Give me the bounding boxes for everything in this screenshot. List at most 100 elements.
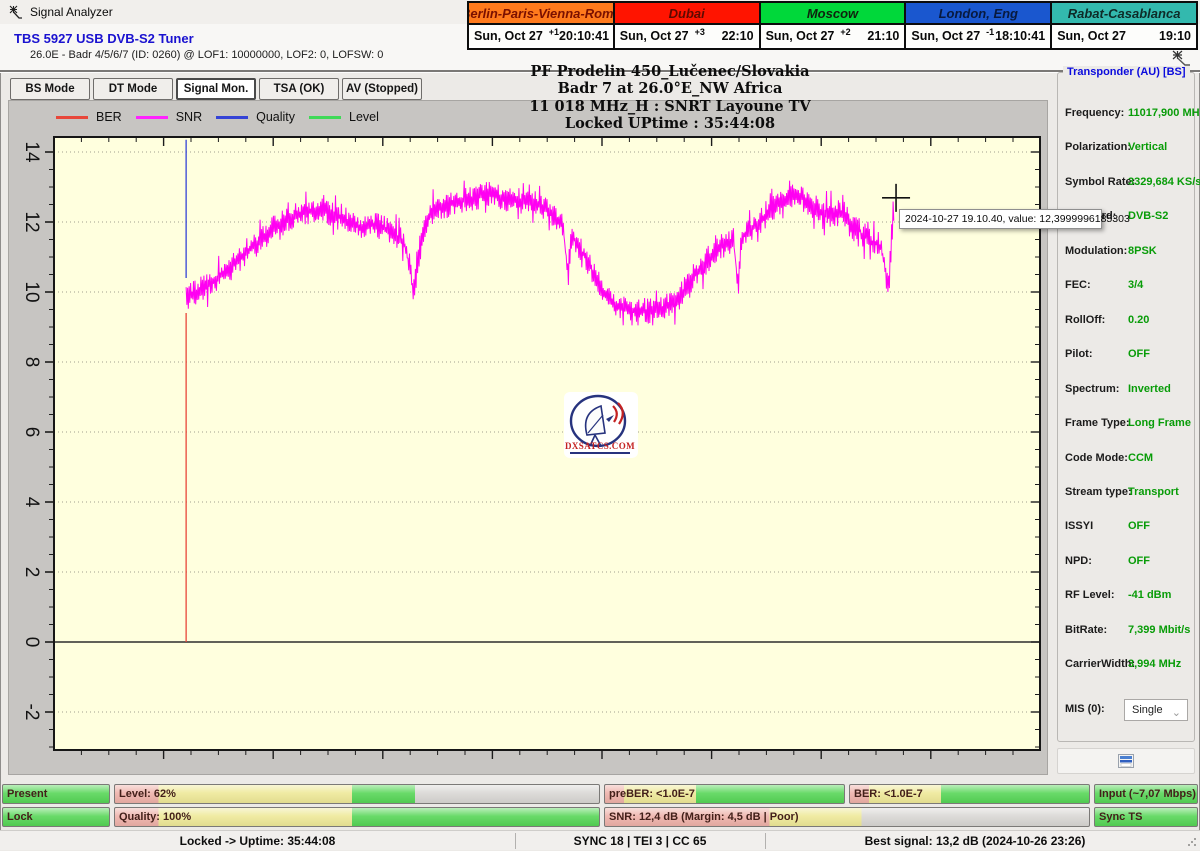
preber-label: preBER: <1.0E-7 [605,785,844,803]
resize-grip[interactable] [1186,836,1198,848]
transponder-field-row: Frame Type:Long Frame [1065,417,1193,431]
transponder-field-row: ISSYIOFF [1065,520,1193,534]
y-axis-tick-label: -2 [18,699,44,725]
field-label: Frame Type: [1065,417,1130,431]
quality-line-swatch [216,116,248,119]
field-value: OFF [1128,348,1150,360]
field-value: Transport [1128,486,1179,498]
transponder-group-title: Transponder (AU) [BS] [1063,66,1190,78]
field-value: Long Frame [1128,417,1191,429]
chart-legend: BER SNR Quality Level [56,108,379,126]
ber-label: BER: <1.0E-7 [850,785,1089,803]
clock-city-label: Rabat-Casablanca [1052,3,1196,25]
transponder-group-box [1057,72,1195,742]
clock-time: 18:10:41 [995,29,1045,43]
chart-title-line2: Badr 7 at 26.0°E_NW Africa [350,80,990,97]
field-value: 11017,900 MHz [1128,107,1200,119]
y-axis-tick-label: 2 [18,559,44,585]
y-axis-tick-label: 14 [18,139,44,165]
field-label: CarrierWidth: [1065,658,1135,672]
transponder-field-row: Polarization:Vertical [1065,141,1193,155]
field-label: NPD: [1065,555,1092,569]
clock-time: 20:10:41 [559,29,609,43]
input-indicator: Input (~7,07 Mbps) [1094,784,1198,804]
antenna-tray-icon[interactable] [1170,49,1192,67]
lock-label: Lock [3,808,109,826]
field-value: DVB-S2 [1128,210,1168,222]
field-value: 0.20 [1128,314,1149,326]
clock-city-label: Dubai [615,3,759,25]
tab-dt-mode[interactable]: DT Mode [93,78,173,100]
ber-line-swatch [56,116,88,119]
dxsatcs-logo-underline [570,452,630,454]
clock-time: 22:10 [722,29,754,43]
field-value: 3329,684 KS/s [1128,176,1200,188]
transponder-field-row: BitRate: 7,399 Mbit/s [1065,624,1193,638]
mis-select[interactable]: Single ⌄ [1124,699,1188,721]
field-value: 7,399 Mbit/s [1128,624,1190,636]
chevron-down-icon: ⌄ [1172,703,1181,723]
legend-item-snr: SNR [136,110,202,124]
field-value: OFF [1128,555,1150,567]
clock-time-row: Sun, Oct 27 -1 18:10:41 [906,25,1050,46]
tab-bs-mode[interactable]: BS Mode [10,78,90,100]
tab-tsa[interactable]: TSA (OK) [259,78,339,100]
transponder-field-row: Symbol Rate:3329,684 KS/s [1065,176,1193,190]
transponder-field-row: Stream type:Transport [1065,486,1193,500]
field-value: Inverted [1128,383,1171,395]
chart-title: PF Prodelin 450_Lučenec/Slovakia Badr 7 … [350,63,990,133]
clock-time: 19:10 [1159,29,1191,43]
snr-line-swatch [136,116,168,119]
clock-utc-offset: +2 [840,27,850,37]
input-label: Input (~7,07 Mbps) [1095,785,1197,803]
clock-time-row: Sun, Oct 27 +1 20:10:41 [469,25,613,46]
clock-date: Sun, Oct 27 [474,29,543,43]
field-label: Stream type: [1065,486,1132,500]
field-value: Vertical [1128,141,1167,153]
transponder-field-row: FEC:3/4 [1065,279,1193,293]
field-value: OFF [1128,520,1150,532]
signal-analyzer-app-icon [8,4,24,20]
transponder-field-row: Code Mode:CCM [1065,452,1193,466]
clock-utc-offset: +1 [549,27,559,37]
chart-title-line3: 11 018 MHz_H : SNRT Layoune TV [350,98,990,115]
present-label: Present [3,785,109,803]
legend-label: BER [96,110,122,124]
transponder-field-row: Modulation:8PSK [1065,245,1193,259]
field-label: Symbol Rate: [1065,176,1135,190]
clock-date: Sun, Oct 27 [1057,29,1126,43]
transponder-field-row: RF Level:-41 dBm [1065,589,1193,603]
snr-time-plot[interactable] [8,100,1048,775]
clock-city-label: Moscow [761,3,905,25]
field-label: BitRate: [1065,624,1107,638]
y-axis-tick-label: 0 [18,629,44,655]
clock-time: 21:10 [867,29,899,43]
quality-bar: Quality: 100% [114,807,600,827]
field-value: 8PSK [1128,245,1157,257]
clock-date: Sun, Oct 27 [766,29,835,43]
field-label: Polarization: [1065,141,1131,155]
legend-label: Quality [256,110,295,124]
transponder-field-row: Spectrum:Inverted [1065,383,1193,397]
legend-item-quality: Quality [216,110,295,124]
status-uptime: Locked -> Uptime: 35:44:08 [0,831,515,851]
field-label: Pilot: [1065,348,1093,362]
chart-title-line1: PF Prodelin 450_Lučenec/Slovakia [350,63,990,80]
y-axis-tick-label: 10 [18,279,44,305]
lock-indicator: Lock [2,807,110,827]
clock-time-row: Sun, Oct 27 +2 21:10 [761,25,905,46]
snr-label: SNR: 12,4 dB (Margin: 4,5 dB | Poor) [605,808,1089,826]
panel-button[interactable] [1057,748,1195,774]
legend-item-ber: BER [56,110,122,124]
level-bar: Level: 62% [114,784,600,804]
field-label: FEC: [1065,279,1091,293]
legend-label: Level [349,110,379,124]
clock-moscow: Moscow Sun, Oct 27 +2 21:10 [759,3,905,48]
tab-signal-mon[interactable]: Signal Mon. [176,78,256,100]
level-line-swatch [309,116,341,119]
field-label: Modulation: [1065,245,1127,259]
quality-label: Quality: 100% [115,808,599,826]
chart-tooltip: 2024-10-27 19.10.40, value: 12,399999618… [899,209,1102,229]
clock-city-label: London, Eng [906,3,1050,25]
tuner-subtitle: 26.0E - Badr 4/5/6/7 (ID: 0260) @ LOF1: … [30,49,383,61]
